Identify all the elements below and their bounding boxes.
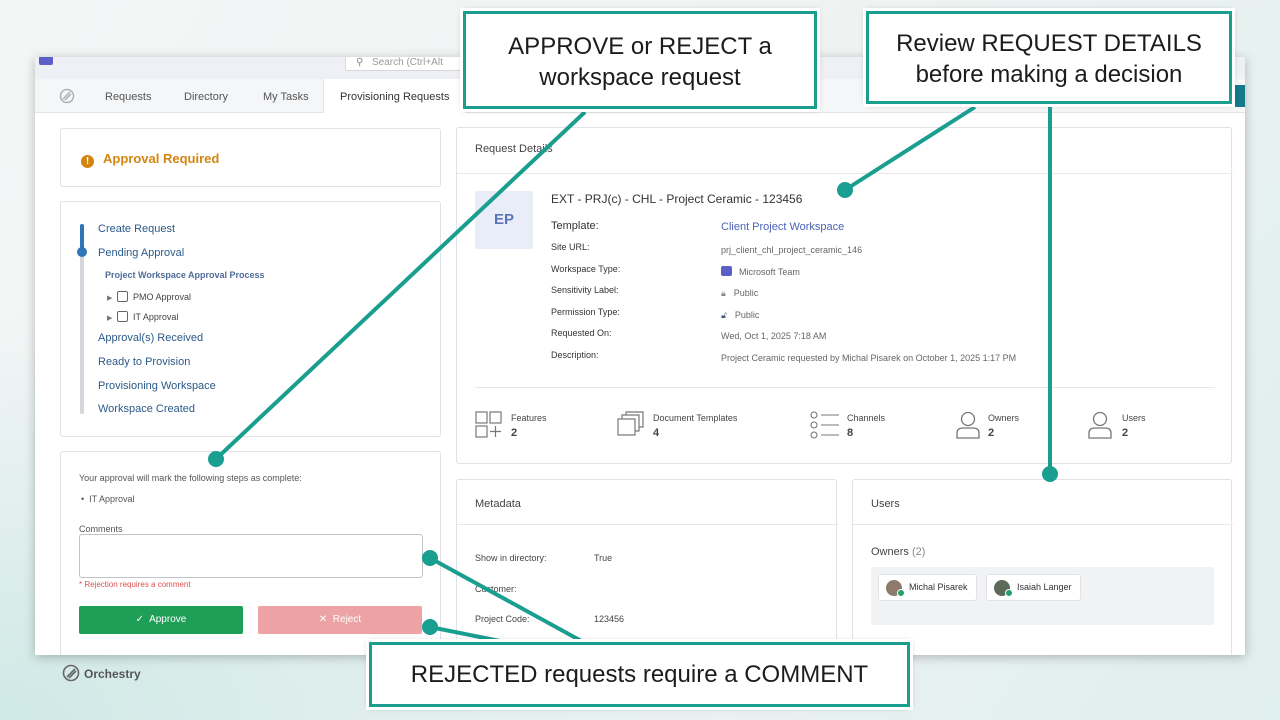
connector-dot [1042, 466, 1058, 482]
orchestry-logo-icon [62, 664, 80, 682]
connector-dot [837, 182, 853, 198]
connector-review [843, 105, 977, 192]
callout-approve-reject: APPROVE or REJECT a workspace request [463, 11, 817, 109]
callout-rejected-comment: REJECTED requests require a COMMENT [369, 642, 910, 707]
connector-dot [422, 550, 438, 566]
connector-reject [429, 625, 511, 645]
connector-dot [208, 451, 224, 467]
callout-review-details: Review REQUEST DETAILS before making a d… [866, 11, 1232, 104]
brand-logo: Orchestry [62, 664, 141, 682]
connector-approve-reject [214, 110, 587, 461]
connector-dot [422, 619, 438, 635]
